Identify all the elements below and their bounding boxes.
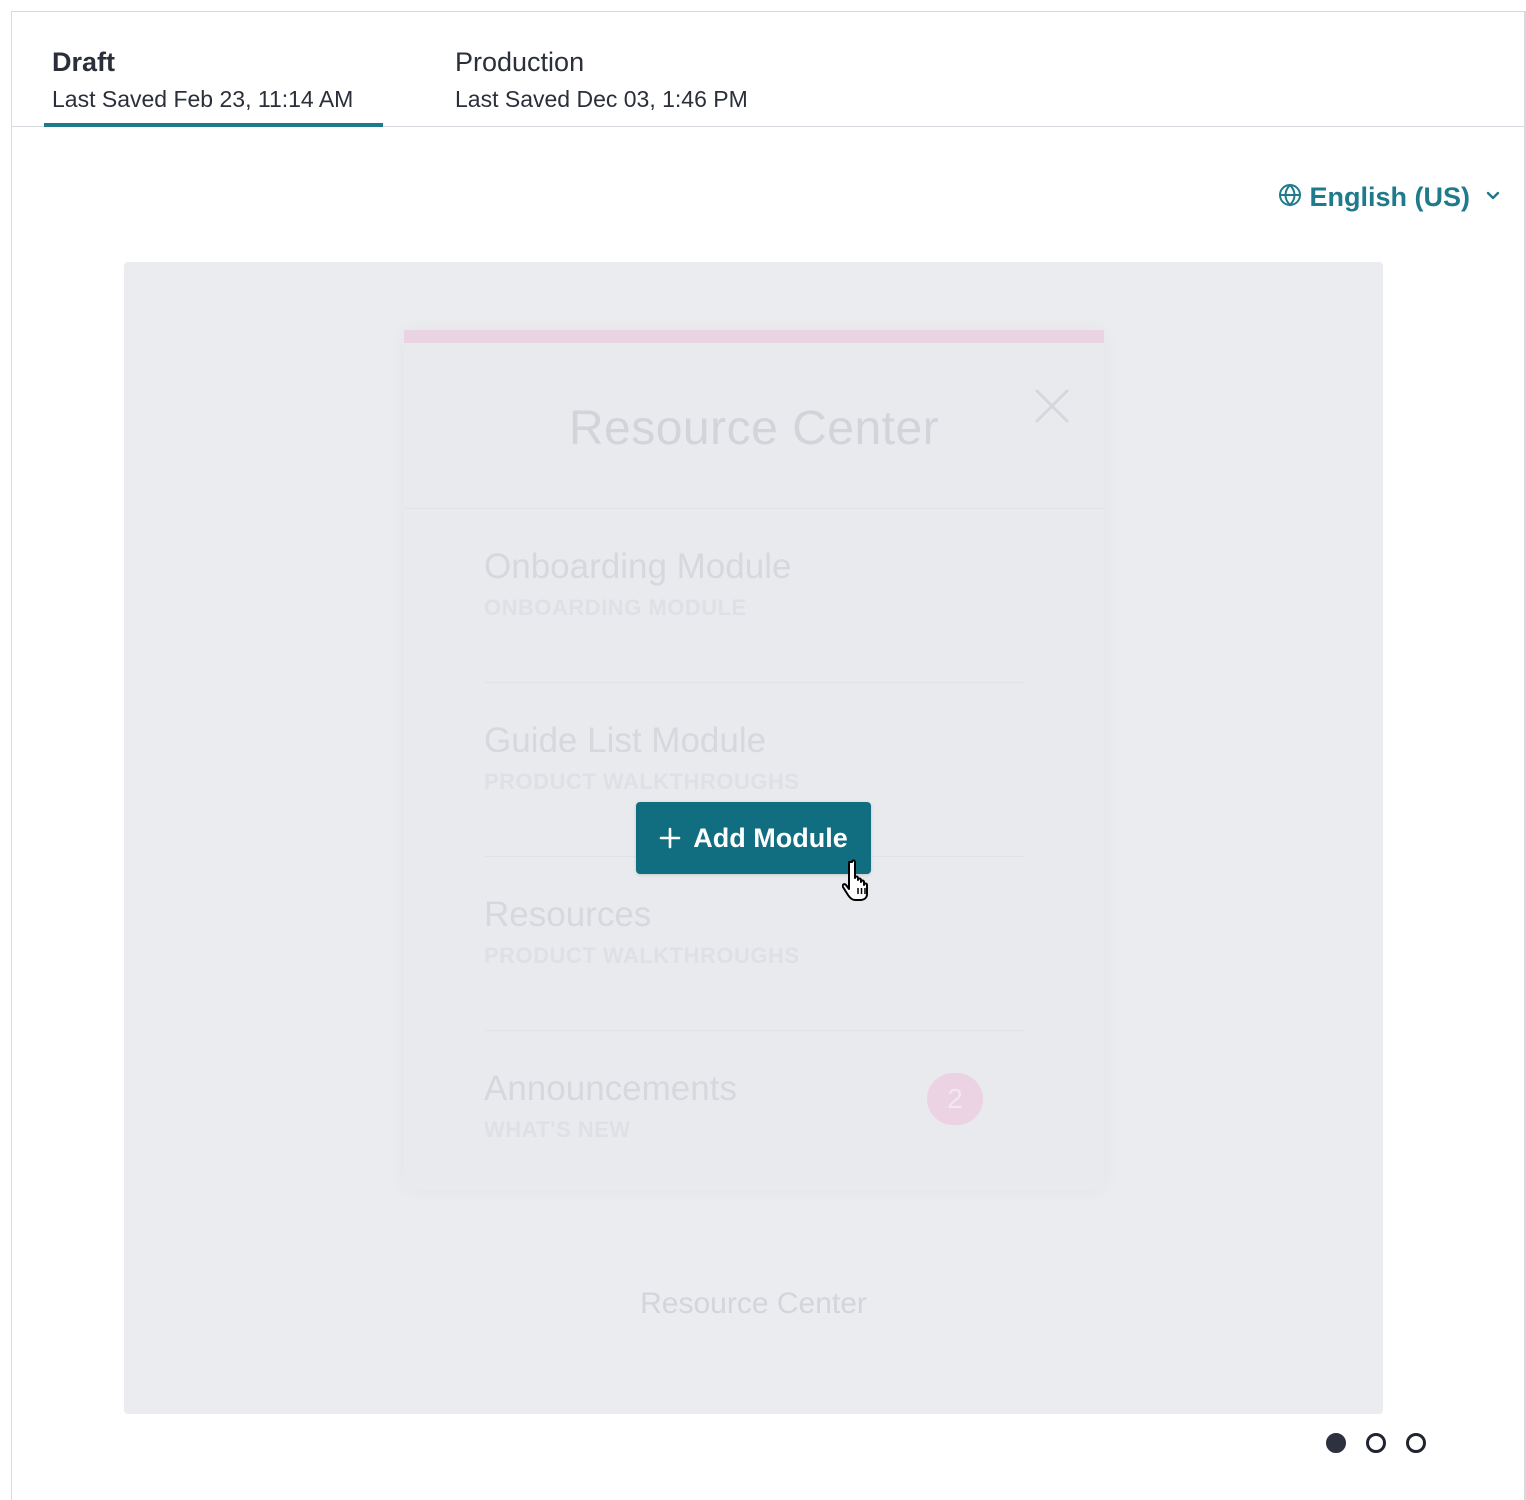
add-module-label: Add Module [693,822,848,853]
plus-icon [659,819,681,855]
active-tab-indicator [44,123,383,127]
tab-production-last-saved: Last Saved Dec 03, 1:46 PM [455,86,748,112]
version-tabs: Draft Last Saved Feb 23, 11:14 AM Produc… [12,12,1524,127]
close-icon [1034,388,1070,424]
tab-draft-last-saved: Last Saved Feb 23, 11:14 AM [52,86,354,112]
resource-center-title: Resource Center [568,402,940,455]
module-item: Announcements WHAT'S NEW 2 [484,1031,1024,1205]
module-title: Onboarding Module [484,547,792,586]
module-item: Resources PRODUCT WALKTHROUGHS [484,857,1024,1031]
module-item: Onboarding Module ONBOARDING MODULE [484,509,1024,683]
module-subtitle: ONBOARDING MODULE [484,595,747,620]
pagination-dot-2[interactable] [1366,1433,1386,1453]
pagination-dot-3[interactable] [1406,1433,1426,1453]
pagination-dot-1[interactable] [1326,1433,1346,1453]
tab-production[interactable]: Production Last Saved Dec 03, 1:46 PM [455,46,748,114]
module-title: Resources [484,895,652,934]
language-label: English (US) [1309,181,1471,212]
frame-border-left [11,11,12,1500]
tab-production-title: Production [455,47,585,77]
module-subtitle: WHAT'S NEW [484,1117,631,1142]
tab-draft-title: Draft [52,47,116,77]
globe-icon [1278,183,1302,212]
chevron-down-icon [1484,186,1502,209]
module-subtitle: PRODUCT WALKTHROUGHS [484,943,800,968]
resource-center-preview: Resource Center Onboarding Module ONBOAR… [404,330,1104,1190]
module-subtitle: PRODUCT WALKTHROUGHS [484,769,800,794]
module-title: Announcements [484,1069,737,1108]
notification-badge: 2 [927,1073,983,1125]
add-module-button[interactable]: Add Module [636,802,871,874]
module-title: Guide List Module [484,721,767,760]
resource-center-launcher-label: Resource Center [640,1287,867,1320]
language-selector[interactable]: English (US) [1278,180,1503,214]
tab-draft[interactable]: Draft Last Saved Feb 23, 11:14 AM [52,46,353,114]
pagination-dots [1326,1433,1426,1453]
resource-center-header: Resource Center [404,343,1104,509]
resource-center-accent-bar [404,330,1104,343]
hand-pointer-cursor-icon [841,858,876,902]
